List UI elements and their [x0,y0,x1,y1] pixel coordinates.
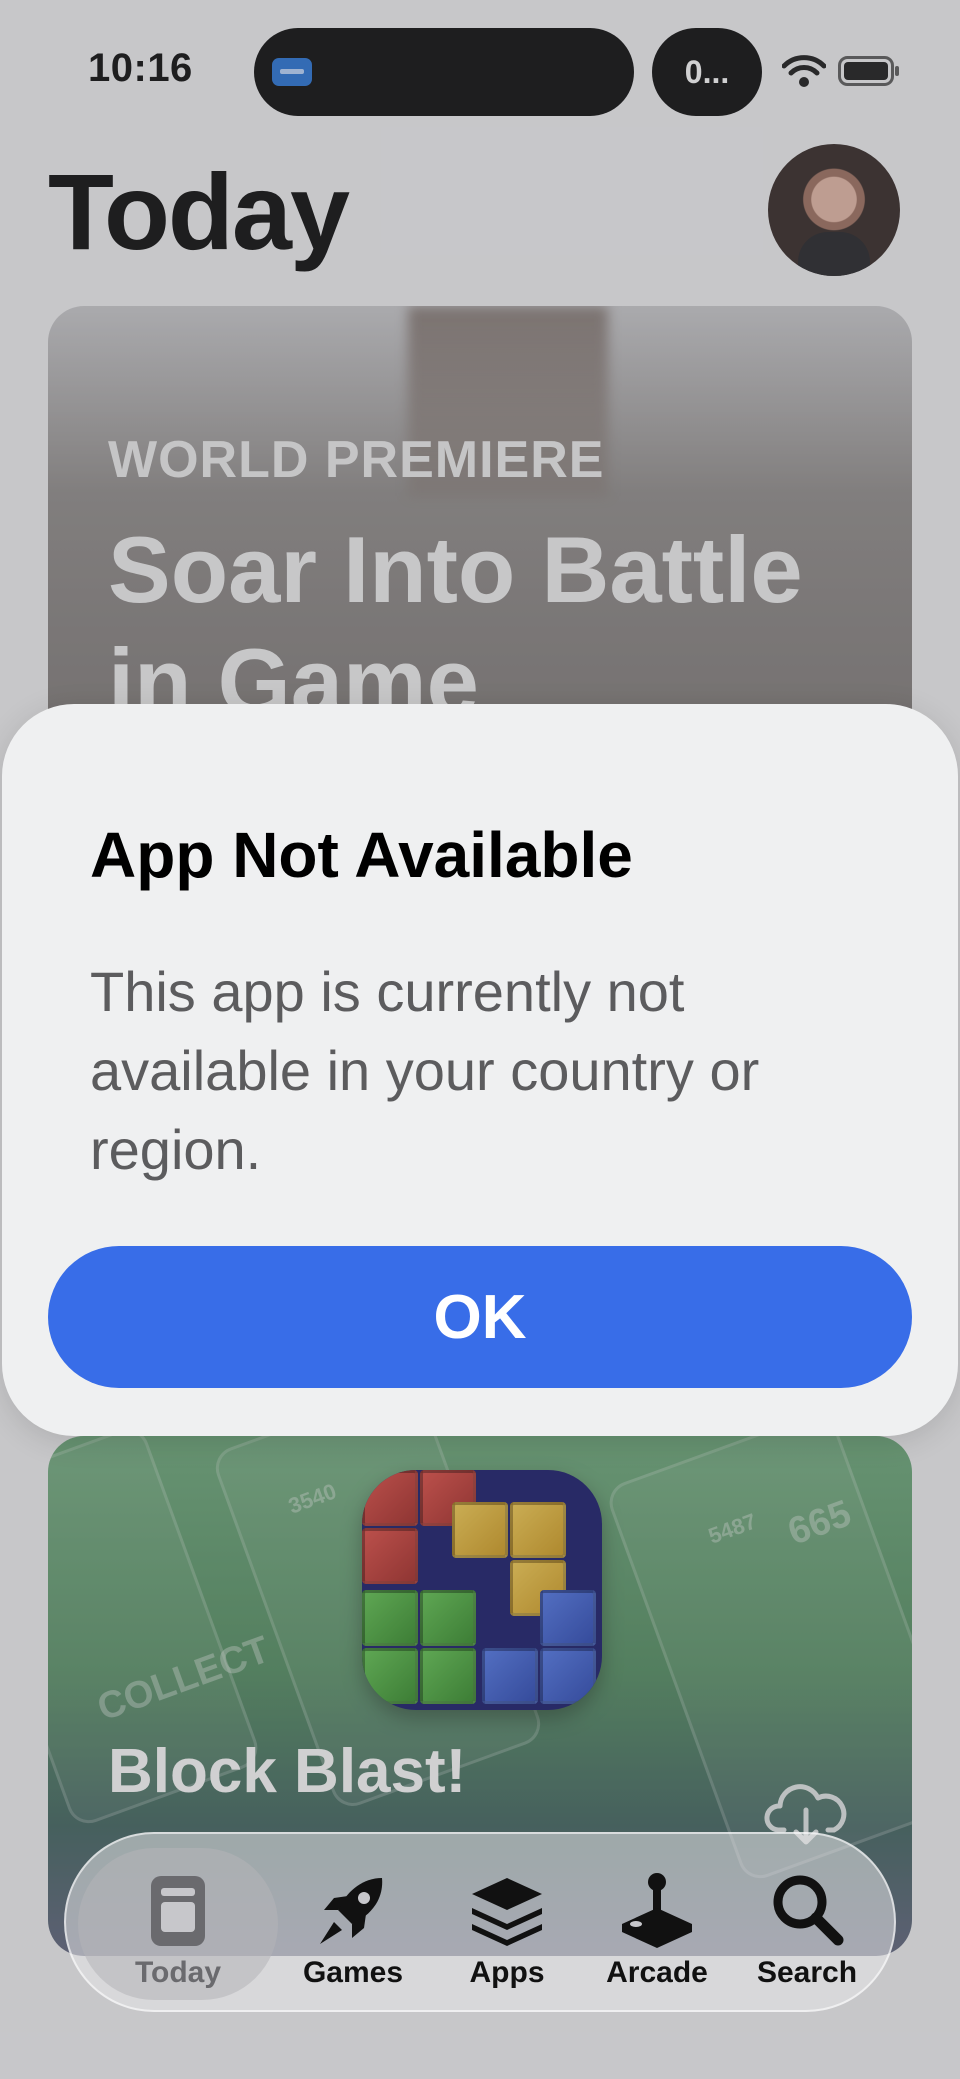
today-icon [151,1876,205,1946]
rocket-icon [320,1878,383,1944]
tab-label: Search [756,1956,858,1989]
app-not-available-alert: App Not Available This app is currently … [2,704,958,1436]
tab-label: Today [134,1956,222,1989]
tab-apps[interactable]: Apps [432,1848,582,2000]
tab-label: Games [302,1956,404,1989]
tab-bar: Today Games Apps Arcade Search [64,1832,896,2012]
joystick-icon [622,1873,692,1948]
alert-title: App Not Available [90,819,633,891]
tab-search[interactable]: Search [732,1848,882,2000]
alert-message: This app is currently not available in y… [90,960,760,1181]
search-icon [773,1875,844,1946]
tab-games[interactable]: Games [278,1848,428,2000]
stack-icon [472,1878,542,1946]
tab-label: Apps [469,1956,545,1989]
tab-label: Arcade [606,1956,708,1989]
tab-arcade[interactable]: Arcade [582,1848,732,2000]
tab-today[interactable]: Today [78,1848,278,2000]
ok-button[interactable]: OK [48,1246,912,1388]
